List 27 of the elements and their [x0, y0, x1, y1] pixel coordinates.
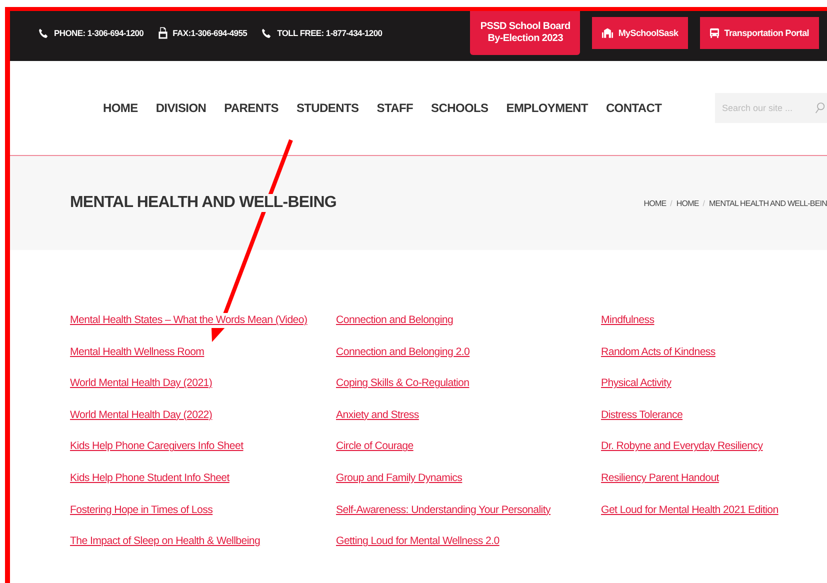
phone-number: PHONE: 1-306-694-1200: [54, 28, 144, 38]
nav-link[interactable]: SCHOOLS: [431, 101, 488, 115]
nav-link[interactable]: STUDENTS: [296, 101, 359, 115]
page-title: MENTAL HEALTH AND WELL-BEING: [70, 194, 336, 212]
fax-number: FAX:1-306-694-4955: [172, 28, 248, 38]
myschoolsask-button[interactable]: MySchoolSask: [592, 17, 688, 49]
transportation-portal-button[interactable]: Transportation Portal: [700, 17, 819, 49]
nav-link[interactable]: CONTACT: [606, 101, 662, 115]
nav-link[interactable]: HOME: [103, 101, 138, 115]
fax-icon: [158, 27, 168, 39]
search-icon[interactable]: [815, 102, 825, 114]
nav-link[interactable]: STAFF: [376, 101, 414, 115]
nav-link[interactable]: PARENTS: [224, 101, 278, 115]
nav-link[interactable]: EMPLOYMENT: [506, 101, 588, 115]
breadcrumb-link[interactable]: HOME: [644, 198, 666, 208]
breadcrumb-link[interactable]: MENTAL HEALTH AND WELL-BEIN: [709, 198, 827, 208]
phone-icon: [38, 28, 49, 38]
bus-icon: [710, 28, 720, 38]
nav-link[interactable]: DIVISION: [156, 101, 206, 115]
school-icon: [602, 28, 614, 38]
election-button[interactable]: PSSD School Board By-Election 2023: [470, 11, 580, 55]
phone-icon: [261, 28, 272, 38]
breadcrumb-link[interactable]: HOME: [676, 198, 699, 208]
toll-free-number: TOLL FREE: 1-877-434-1200: [277, 28, 382, 38]
breadcrumb-separator: /: [702, 198, 706, 208]
breadcrumb-separator: /: [670, 198, 672, 208]
search-field[interactable]: Search our site ...: [715, 93, 827, 123]
